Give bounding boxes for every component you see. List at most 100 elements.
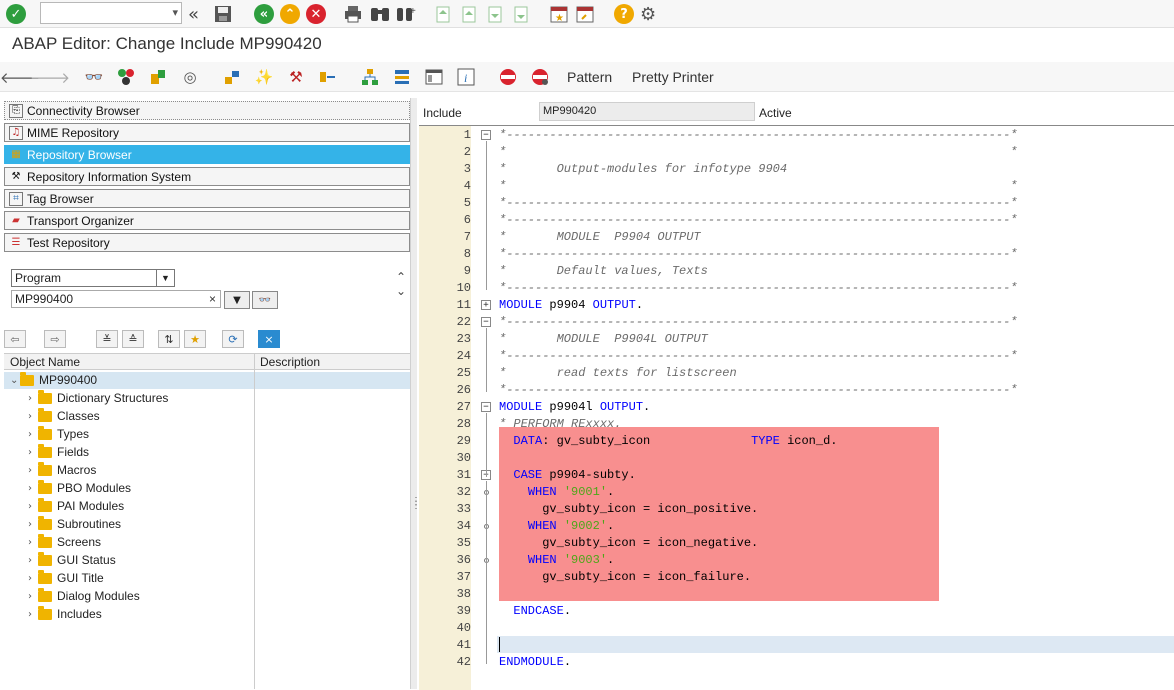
object-type-select[interactable]: Program ▼ — [11, 269, 175, 287]
code-line[interactable]: 9 * Default values, Texts — [419, 263, 1174, 280]
transport-organizer-button[interactable]: ▰ Transport Organizer — [4, 211, 410, 230]
code-line[interactable]: 37 gv_subty_icon = icon_failure. — [419, 569, 1174, 586]
chevron-down-icon[interactable]: ▼ — [156, 270, 174, 286]
chevron-right-icon[interactable]: › — [28, 483, 38, 494]
chevron-right-icon[interactable]: › — [28, 447, 38, 458]
external-breakpoint-icon[interactable] — [530, 67, 550, 87]
collapse-block-icon[interactable]: − — [481, 130, 491, 140]
code-line[interactable]: 29 DATA: gv_subty_icon TYPE icon_d. — [419, 433, 1174, 450]
activate-icon[interactable]: ◎ — [180, 67, 200, 87]
where-used-icon[interactable]: ✨ — [254, 67, 274, 87]
tree-node[interactable]: › GUI Title — [28, 569, 104, 587]
favorites-icon[interactable]: ★ — [184, 330, 206, 348]
collapse-all-icon[interactable]: ≙ — [122, 330, 144, 348]
save-icon[interactable] — [214, 4, 232, 24]
refresh-icon[interactable]: ⟳ — [222, 330, 244, 348]
code-line[interactable]: 11 + MODULE p9904 OUTPUT. — [419, 297, 1174, 314]
tree-node[interactable]: › Dialog Modules — [28, 587, 140, 605]
code-line[interactable]: 36 WHEN '9003'. — [419, 552, 1174, 569]
back-icon[interactable]: « — [254, 4, 274, 24]
connectivity-browser-button[interactable]: ⎘ Connectivity Browser — [4, 101, 410, 120]
tree-node[interactable]: › Types — [28, 425, 89, 443]
command-field[interactable]: ▾ — [40, 2, 182, 24]
object-name-input[interactable]: MP990400 × — [11, 290, 221, 308]
previous-page-icon[interactable] — [460, 4, 478, 24]
test-icon[interactable] — [222, 67, 242, 87]
info-icon[interactable]: i — [456, 67, 476, 87]
repository-browser-button[interactable]: ▦ Repository Browser — [4, 145, 410, 164]
chevron-right-icon[interactable]: › — [28, 609, 38, 620]
tree-node[interactable]: › Includes — [28, 605, 102, 623]
code-line[interactable]: 8 *--------------------------------------… — [419, 246, 1174, 263]
code-line[interactable]: 26 *-------------------------------------… — [419, 382, 1174, 399]
chevron-right-icon[interactable]: › — [28, 591, 38, 602]
tree-node[interactable]: › Fields — [28, 443, 89, 461]
code-line[interactable]: 31− CASE p9904-subty. — [419, 467, 1174, 484]
exit-icon[interactable]: ⌃ — [280, 4, 300, 24]
code-line[interactable]: 24 *-------------------------------------… — [419, 348, 1174, 365]
code-line[interactable]: 27− MODULE p9904l OUTPUT. — [419, 399, 1174, 416]
code-line[interactable]: 10 *-------------------------------------… — [419, 280, 1174, 297]
back-arrow-icon[interactable]: 🡐 — [0, 67, 40, 87]
tree-node[interactable]: › PBO Modules — [28, 479, 131, 497]
code-line[interactable]: 3 * Output-modules for infotype 9904 — [419, 161, 1174, 178]
create-session-icon[interactable]: ★ — [550, 4, 568, 24]
check-icon[interactable]: ✓ — [6, 4, 26, 24]
dropdown-button[interactable]: ▼ — [224, 291, 250, 309]
code-editor[interactable]: 1− *-------------------------------------… — [419, 125, 1174, 690]
display-change-icon[interactable]: 👓 — [84, 67, 104, 87]
code-line[interactable]: 23 * MODULE P9904L OUTPUT — [419, 331, 1174, 348]
code-line[interactable]: 28 * PERFORM RExxxx. — [419, 416, 1174, 433]
code-line[interactable]: 6 *--------------------------------------… — [419, 212, 1174, 229]
chevron-down-icon[interactable]: ▾ — [172, 6, 178, 19]
code-line[interactable]: 30 — [419, 450, 1174, 467]
clear-icon[interactable]: × — [209, 291, 216, 307]
code-line[interactable]: 38 — [419, 586, 1174, 603]
screen-layout-icon[interactable] — [424, 67, 444, 87]
tree-root[interactable]: ⌄ MP990400 — [10, 371, 97, 389]
code-line[interactable]: 41 — [419, 637, 1174, 654]
print-icon[interactable] — [344, 4, 362, 24]
code-line[interactable]: 32 WHEN '9001'. — [419, 484, 1174, 501]
close-icon[interactable]: × — [258, 330, 280, 348]
display-button[interactable]: 👓 — [252, 291, 278, 309]
expanded-icon[interactable]: ⌄ — [10, 375, 20, 386]
panel-splitter[interactable] — [410, 98, 417, 689]
expand-block-icon[interactable]: + — [481, 300, 491, 310]
tag-browser-button[interactable]: ⌗ Tag Browser — [4, 189, 410, 208]
description-column[interactable]: Description — [260, 355, 320, 369]
pattern-button[interactable]: Pattern — [567, 69, 612, 85]
hierarchy-up-icon[interactable]: ⇅ — [158, 330, 180, 348]
find-icon[interactable] — [370, 4, 390, 24]
tree-node[interactable]: › Subroutines — [28, 515, 121, 533]
code-line[interactable]: 35 gv_subty_icon = icon_negative. — [419, 535, 1174, 552]
last-page-icon[interactable] — [512, 4, 530, 24]
find-next-icon[interactable]: + — [396, 4, 416, 24]
chevron-right-icon[interactable]: › — [28, 519, 38, 530]
first-page-icon[interactable] — [434, 4, 452, 24]
next-object-icon[interactable]: ⇨ — [44, 330, 66, 348]
code-line[interactable]: 22− *------------------------------------… — [419, 314, 1174, 331]
tree-node[interactable]: › Dictionary Structures — [28, 389, 168, 407]
chevron-right-icon[interactable]: › — [28, 465, 38, 476]
hierarchy-icon[interactable] — [360, 67, 380, 87]
settings-icon[interactable]: ⚙ — [640, 4, 656, 25]
tree-node[interactable]: › GUI Status — [28, 551, 116, 569]
set-breakpoint-icon[interactable] — [498, 67, 518, 87]
tree-node[interactable]: › Screens — [28, 533, 101, 551]
code-line[interactable]: 33 gv_subty_icon = icon_positive. — [419, 501, 1174, 518]
mime-repository-button[interactable]: ♫ MIME Repository — [4, 123, 410, 142]
tree-node[interactable]: › Macros — [28, 461, 96, 479]
code-line[interactable]: 1− *-------------------------------------… — [419, 127, 1174, 144]
previous-object-icon[interactable]: ⇦ — [4, 330, 26, 348]
pretty-printer-button[interactable]: Pretty Printer — [632, 69, 714, 85]
code-line[interactable]: 7 * MODULE P9904 OUTPUT — [419, 229, 1174, 246]
navigation-window-icon[interactable] — [318, 67, 338, 87]
forward-arrow-icon[interactable]: 🡒 — [30, 67, 70, 87]
chevron-right-icon[interactable]: › — [28, 537, 38, 548]
chevron-right-icon[interactable]: › — [28, 501, 38, 512]
shortcut-icon[interactable] — [576, 4, 594, 24]
test-repository-button[interactable]: ☰ Test Repository — [4, 233, 410, 252]
scroll-arrows[interactable]: ⌃ ⌄ — [396, 270, 406, 298]
object-list-icon[interactable]: ⚒ — [286, 67, 306, 87]
